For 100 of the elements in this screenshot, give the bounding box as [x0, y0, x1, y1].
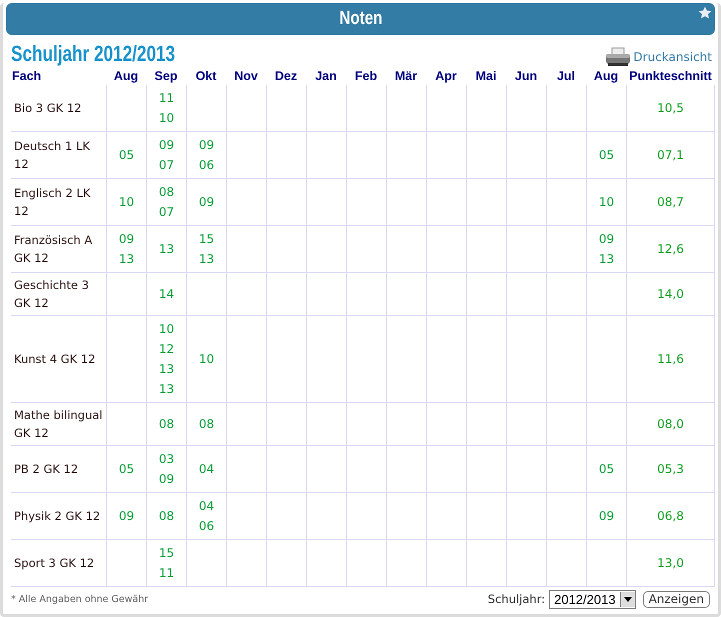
- grade-value: 09: [158, 471, 174, 488]
- grade-value: 14: [158, 286, 174, 303]
- empty-cell: [466, 132, 506, 179]
- grade-value: 10: [118, 194, 134, 211]
- empty-cell: [346, 85, 386, 132]
- grade-value: 08: [158, 184, 174, 201]
- star-icon[interactable]: [698, 6, 712, 20]
- average-value: 05,3: [657, 461, 684, 478]
- empty-cell: [266, 179, 306, 226]
- column-header: Aug: [112, 68, 140, 85]
- grade-value: 15: [198, 231, 214, 248]
- subject-name: Sport 3 GK 12: [14, 555, 94, 572]
- empty-cell: [266, 132, 306, 179]
- year-select[interactable]: 2012/2013: [549, 590, 636, 608]
- empty-cell: [306, 85, 346, 132]
- grade-value: 09: [118, 231, 134, 248]
- average-value: 11,6: [657, 351, 684, 368]
- empty-cell: [506, 446, 546, 493]
- empty-cell: [426, 132, 466, 179]
- grade-value: 09: [198, 194, 214, 211]
- grade-value: 05: [598, 461, 614, 478]
- empty-cell: [506, 85, 546, 132]
- grade-value: 11: [158, 565, 174, 582]
- print-view-link[interactable]: Druckansicht: [633, 50, 712, 64]
- empty-cell: [386, 132, 426, 179]
- empty-cell: [506, 226, 546, 273]
- empty-cell: [306, 403, 346, 446]
- year-label: Schuljahr:: [488, 592, 546, 606]
- grade-value: 06: [198, 157, 214, 174]
- empty-cell: [266, 446, 306, 493]
- grade-value: 13: [158, 381, 174, 398]
- grade-value: 08: [198, 416, 214, 433]
- average-value: 14,0: [657, 286, 684, 303]
- empty-cell: [346, 446, 386, 493]
- column-header: Sep: [154, 68, 178, 85]
- average-value: 10,5: [657, 100, 684, 117]
- grade-value: 04: [198, 498, 214, 515]
- empty-cell: [386, 85, 426, 132]
- empty-cell: [546, 403, 586, 446]
- empty-cell: [426, 403, 466, 446]
- empty-cell: [266, 85, 306, 132]
- grade-value: 12: [158, 341, 174, 358]
- printer-icon[interactable]: [605, 47, 632, 67]
- empty-cell: [346, 403, 386, 446]
- grade-value: 05: [118, 147, 134, 164]
- average-value: 13,0: [657, 555, 684, 572]
- empty-cell: [306, 273, 346, 316]
- caret-icon: [624, 596, 632, 602]
- subject-name: Physik 2 GK 12: [14, 508, 100, 525]
- empty-cell: [266, 226, 306, 273]
- grade-value: 06: [198, 518, 214, 535]
- empty-cell: [506, 273, 546, 316]
- column-header: Jun: [514, 68, 538, 85]
- show-button[interactable]: Anzeigen: [642, 590, 710, 608]
- empty-cell: [426, 179, 466, 226]
- empty-cell: [266, 403, 306, 446]
- empty-cell: [546, 273, 586, 316]
- empty-cell: [386, 273, 426, 316]
- grade-value: 13: [598, 251, 614, 268]
- grade-value: 03: [158, 451, 174, 468]
- column-header: Mai: [474, 68, 498, 85]
- empty-cell: [466, 85, 506, 132]
- grade-value: 13: [198, 251, 214, 268]
- grade-value: 08: [158, 508, 174, 525]
- column-header: Aug: [592, 68, 620, 85]
- empty-cell: [506, 179, 546, 226]
- column-header: Jul: [556, 68, 576, 85]
- empty-cell: [306, 540, 346, 587]
- empty-cell: [426, 85, 466, 132]
- empty-cell: [506, 132, 546, 179]
- grade-value: 07: [158, 204, 174, 221]
- subject-name: Kunst 4 GK 12: [14, 351, 96, 368]
- grade-value: 04: [198, 461, 214, 478]
- empty-cell: [386, 403, 426, 446]
- empty-cell: [546, 540, 586, 587]
- empty-cell: [226, 273, 266, 316]
- grade-value: 13: [158, 241, 174, 258]
- grade-value: 10: [198, 351, 214, 368]
- grade-value: 10: [158, 110, 174, 127]
- grade-value: 09: [198, 137, 214, 154]
- empty-cell: [506, 493, 546, 540]
- grade-value: 09: [598, 231, 614, 248]
- subject-name: PB 2 GK 12: [14, 461, 78, 478]
- average-value: 12,6: [657, 241, 684, 258]
- grade-value: 10: [158, 321, 174, 338]
- empty-cell: [346, 540, 386, 587]
- window-title: Noten: [338, 8, 382, 30]
- empty-cell: [466, 446, 506, 493]
- grade-value: 09: [118, 508, 134, 525]
- column-header: Nov: [233, 68, 259, 85]
- grade-value: 05: [598, 147, 614, 164]
- empty-cell: [306, 226, 346, 273]
- empty-cell: [386, 540, 426, 587]
- empty-cell: [226, 85, 266, 132]
- empty-cell: [426, 493, 466, 540]
- empty-cell: [346, 226, 386, 273]
- average-value: 06,8: [657, 508, 684, 525]
- subject-name: Geschichte 3 GK 12: [14, 277, 90, 312]
- grade-value: 13: [158, 361, 174, 378]
- empty-cell: [346, 132, 386, 179]
